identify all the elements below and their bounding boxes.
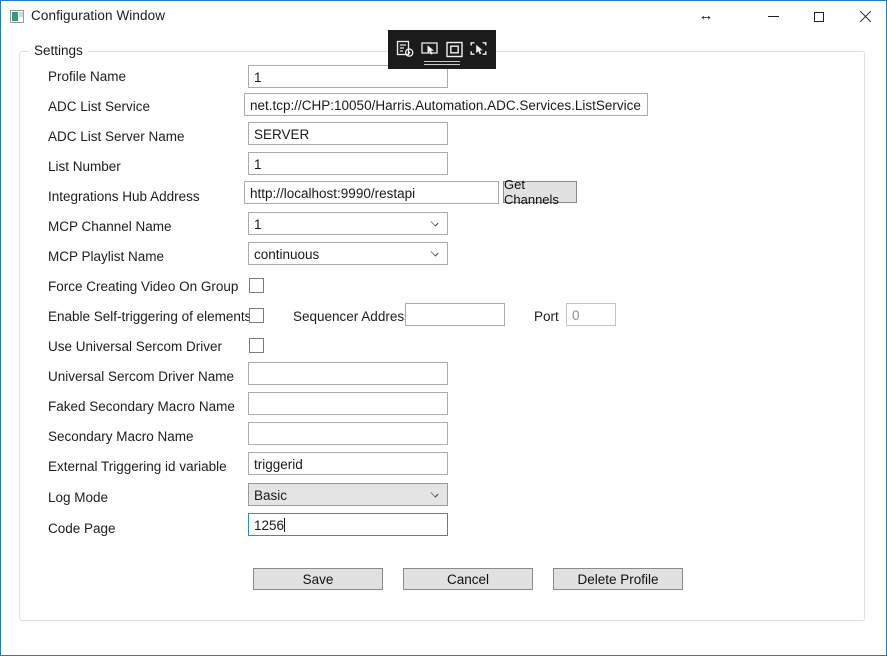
adc-list-server-name-input[interactable]: SERVER <box>248 122 448 145</box>
configuration-window: Configuration Window ↔ Settings Profile … <box>0 0 887 656</box>
chevron-down-icon <box>431 247 440 256</box>
maximize-button[interactable] <box>796 1 842 32</box>
label-list-number: List Number <box>48 157 121 177</box>
cancel-button[interactable]: Cancel <box>403 568 533 590</box>
label-adc-list-server-name: ADC List Server Name <box>48 127 185 147</box>
use-universal-sercom-driver-checkbox[interactable] <box>249 338 264 353</box>
label-profile-name: Profile Name <box>48 67 126 87</box>
label-use-universal-sercom-driver: Use Universal Sercom Driver <box>48 337 222 357</box>
row-code-page: Code Page 1256 <box>1 519 886 549</box>
minimize-icon <box>768 16 779 17</box>
label-mcp-channel-name: MCP Channel Name <box>48 217 172 237</box>
code-page-input[interactable]: 1256 <box>248 513 448 536</box>
label-universal-sercom-driver-name: Universal Sercom Driver Name <box>48 367 234 387</box>
mcp-playlist-name-select[interactable]: continuous <box>248 242 448 265</box>
label-force-creating-video-on-group: Force Creating Video On Group <box>48 277 238 297</box>
integrations-hub-address-input[interactable]: http://localhost:9990/restapi <box>244 181 499 204</box>
secondary-macro-name-input[interactable] <box>248 422 448 445</box>
mcp-channel-name-value: 1 <box>254 217 262 232</box>
minimize-button[interactable] <box>750 1 796 32</box>
log-mode-select[interactable]: Basic <box>248 483 448 506</box>
port-input[interactable]: 0 <box>566 303 616 326</box>
save-button[interactable]: Save <box>253 568 383 590</box>
picture-icon <box>10 10 24 23</box>
mcp-playlist-name-value: continuous <box>254 247 319 262</box>
delete-profile-button[interactable]: Delete Profile <box>553 568 683 590</box>
close-button[interactable] <box>842 1 887 32</box>
label-code-page: Code Page <box>48 519 116 539</box>
label-faked-secondary-macro-name: Faked Secondary Macro Name <box>48 397 235 417</box>
title-bar[interactable]: Configuration Window ↔ <box>1 1 886 32</box>
label-log-mode: Log Mode <box>48 488 108 508</box>
close-icon <box>859 11 871 23</box>
get-channels-button[interactable]: Get Channels <box>503 181 577 203</box>
label-integrations-hub-address: Integrations Hub Address <box>48 187 200 207</box>
toolbar-drag-handle[interactable] <box>424 61 460 66</box>
adc-list-service-input[interactable]: net.tcp://CHP:10050/Harris.Automation.AD… <box>244 93 648 116</box>
mcp-channel-name-select[interactable]: 1 <box>248 212 448 235</box>
universal-sercom-driver-name-input[interactable] <box>248 362 448 385</box>
capture-region-icon[interactable] <box>394 39 416 61</box>
capture-fullscreen-icon[interactable] <box>443 39 465 61</box>
chevron-down-icon <box>431 217 440 226</box>
row-enable-self-triggering: Enable Self-triggering of elements Seque… <box>1 307 886 337</box>
text-caret <box>284 518 285 532</box>
screen-capture-toolbar[interactable] <box>388 30 496 69</box>
list-number-input[interactable]: 1 <box>248 152 448 175</box>
code-page-value: 1256 <box>254 518 284 533</box>
log-mode-value: Basic <box>254 488 287 503</box>
faked-secondary-macro-name-input[interactable] <box>248 392 448 415</box>
label-port: Port <box>534 307 559 327</box>
external-triggering-id-variable-input[interactable]: triggerid <box>248 452 448 475</box>
enable-self-triggering-checkbox[interactable] <box>249 308 264 323</box>
force-creating-video-on-group-checkbox[interactable] <box>249 278 264 293</box>
maximize-icon <box>814 12 824 22</box>
label-enable-self-triggering: Enable Self-triggering of elements <box>48 307 251 327</box>
label-secondary-macro-name: Secondary Macro Name <box>48 427 194 447</box>
sequencer-address-input[interactable] <box>405 303 505 326</box>
label-adc-list-service: ADC List Service <box>48 97 150 117</box>
label-external-triggering-id-variable: External Triggering id variable <box>48 457 227 477</box>
row-mcp-playlist-name: MCP Playlist Name continuous <box>1 247 886 277</box>
capture-scrolling-pointer-icon[interactable] <box>468 39 490 61</box>
label-sequencer-address: Sequencer Address <box>293 307 411 327</box>
window-title: Configuration Window <box>31 8 165 23</box>
settings-group-legend: Settings <box>29 43 88 58</box>
label-mcp-playlist-name: MCP Playlist Name <box>48 247 164 267</box>
chevron-down-icon <box>431 488 440 497</box>
capture-window-pointer-icon[interactable] <box>419 39 441 61</box>
horizontal-resize-cursor: ↔ <box>695 5 717 27</box>
